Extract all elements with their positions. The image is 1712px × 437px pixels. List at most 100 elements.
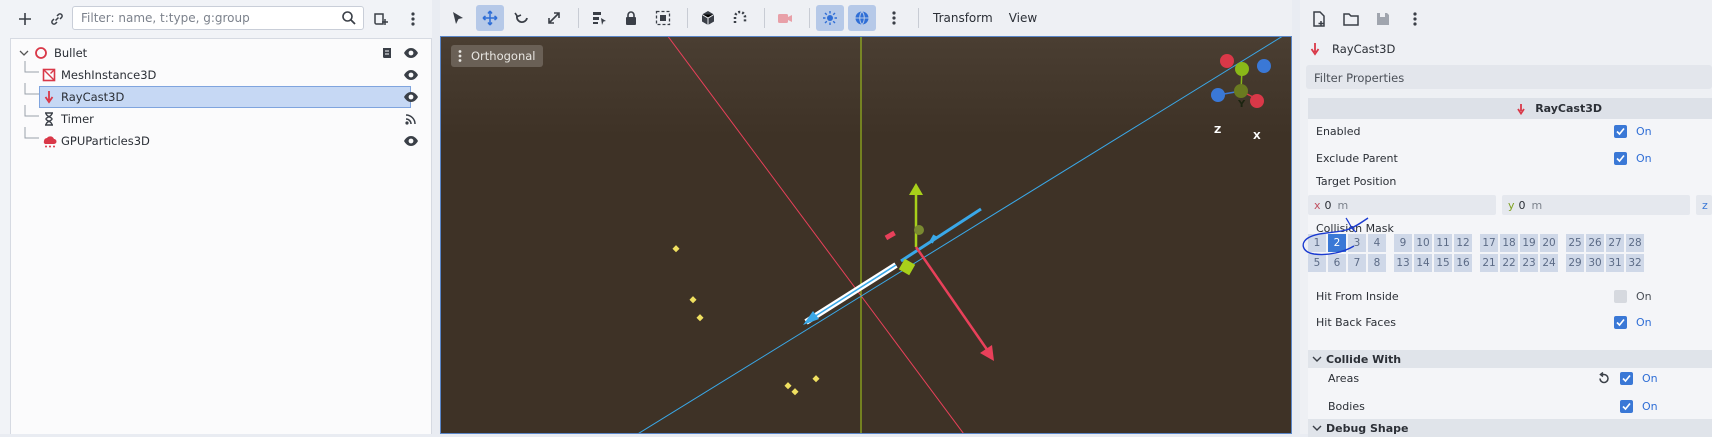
mask-bit-15[interactable]: 15	[1434, 254, 1452, 272]
tree-node-gpuparticles3d[interactable]: GPUParticles3D	[11, 127, 431, 152]
inspector-dock: RayCast3D RayCast3D Enabled On Exclude P…	[1300, 0, 1712, 437]
script-icon[interactable]	[379, 45, 395, 61]
section-debug-shape[interactable]: Debug Shape	[1308, 419, 1712, 437]
mask-bit-16[interactable]: 16	[1454, 254, 1472, 272]
globe-icon	[855, 11, 869, 25]
mask-bit-11[interactable]: 11	[1434, 234, 1452, 252]
hit-back-faces-checkbox[interactable]	[1614, 315, 1627, 329]
mask-bit-19[interactable]: 19	[1520, 234, 1538, 252]
projection-menu-button[interactable]: Orthogonal	[451, 45, 544, 67]
mask-bit-25[interactable]: 25	[1566, 234, 1584, 252]
mask-bit-27[interactable]: 27	[1606, 234, 1624, 252]
revert-icon[interactable]	[1597, 371, 1610, 385]
visibility-eye-icon[interactable]	[403, 67, 419, 83]
check-icon	[1622, 374, 1631, 382]
preview-sun-button[interactable]	[816, 5, 844, 31]
inspector-menu-button[interactable]	[1402, 6, 1428, 32]
scene-dock: Bullet MeshInstance3D	[0, 0, 432, 434]
raycast-icon	[1517, 103, 1525, 115]
instance-scene-button[interactable]	[44, 6, 70, 32]
list-select-button[interactable]	[585, 5, 613, 31]
mask-bit-30[interactable]: 30	[1586, 254, 1604, 272]
property-target-position: Target Position	[1308, 170, 1712, 192]
inspected-object[interactable]: RayCast3D	[1306, 38, 1712, 60]
target-y-field[interactable]: y 0 m	[1502, 195, 1690, 215]
collapse-chevron-icon[interactable]	[19, 48, 29, 58]
mask-bit-9[interactable]: 9	[1394, 234, 1412, 252]
rotate-mode-button[interactable]	[508, 5, 536, 31]
checkbox-value: On	[1642, 371, 1658, 385]
3d-viewport[interactable]: Y Z X Orthogonal	[440, 36, 1292, 434]
mask-bit-13[interactable]: 13	[1394, 254, 1412, 272]
add-node-button[interactable]	[12, 6, 38, 32]
enabled-checkbox[interactable]	[1614, 124, 1627, 138]
tree-node-bullet[interactable]: Bullet	[11, 42, 431, 64]
preview-environment-button[interactable]	[848, 5, 876, 31]
mask-bit-26[interactable]: 26	[1586, 234, 1604, 252]
scene-filter-input[interactable]	[73, 7, 336, 29]
select-mode-button[interactable]	[444, 5, 472, 31]
mask-bit-21[interactable]: 21	[1480, 254, 1498, 272]
mask-bit-10[interactable]: 10	[1414, 234, 1432, 252]
scene-filter-field[interactable]	[72, 6, 364, 30]
mask-bit-23[interactable]: 23	[1520, 254, 1538, 272]
toolbar-separator	[764, 8, 765, 28]
property-hit-from-inside: Hit From Inside On	[1308, 285, 1712, 307]
exclude-parent-checkbox[interactable]	[1614, 151, 1627, 165]
move-mode-button[interactable]	[476, 5, 504, 31]
visibility-eye-icon[interactable]	[403, 89, 419, 105]
property-label: Hit Back Faces	[1316, 315, 1396, 329]
mask-bit-12[interactable]: 12	[1454, 234, 1472, 252]
mask-bit-18[interactable]: 18	[1500, 234, 1518, 252]
visibility-eye-icon[interactable]	[403, 45, 419, 61]
raycast-icon	[1310, 43, 1320, 56]
hit-from-inside-checkbox[interactable]	[1614, 289, 1627, 303]
target-z-field[interactable]: z	[1696, 195, 1712, 215]
filter-properties-field[interactable]	[1306, 65, 1712, 91]
check-icon	[1616, 127, 1625, 135]
checkbox-value: On	[1642, 399, 1658, 413]
gizmo-z-label: Z	[1214, 125, 1222, 136]
mask-bit-14[interactable]: 14	[1414, 254, 1432, 272]
snap-button[interactable]	[726, 5, 754, 31]
section-collide-with[interactable]: Collide With	[1308, 350, 1712, 368]
new-resource-button[interactable]	[1306, 6, 1332, 32]
areas-checkbox[interactable]	[1620, 371, 1633, 385]
view-menu[interactable]: View	[1001, 11, 1045, 25]
property-list: RayCast3D Enabled On Exclude Parent On T…	[1302, 98, 1712, 437]
group-icon	[655, 10, 671, 26]
mask-bit-22[interactable]: 22	[1500, 254, 1518, 272]
group-button[interactable]	[649, 5, 677, 31]
mask-bit-28[interactable]: 28	[1626, 234, 1644, 252]
environment-menu-button[interactable]	[880, 5, 908, 31]
property-label: Areas	[1328, 371, 1360, 385]
lock-button[interactable]	[617, 5, 645, 31]
mask-bit-29[interactable]: 29	[1566, 254, 1584, 272]
check-icon	[1622, 402, 1631, 410]
property-label: Exclude Parent	[1316, 151, 1398, 165]
mask-bit-24[interactable]: 24	[1540, 254, 1558, 272]
transform-menu[interactable]: Transform	[925, 11, 1001, 25]
mask-bit-20[interactable]: 20	[1540, 234, 1558, 252]
save-resource-button[interactable]	[1370, 6, 1396, 32]
filter-properties-input[interactable]	[1306, 65, 1696, 91]
load-resource-button[interactable]	[1338, 6, 1364, 32]
property-label: Enabled	[1316, 124, 1361, 138]
tree-node-meshinstance3d[interactable]: MeshInstance3D	[11, 61, 431, 86]
mask-bit-32[interactable]: 32	[1626, 254, 1644, 272]
script-add-icon	[374, 13, 388, 25]
snap-object-button[interactable]	[694, 5, 722, 31]
cube-icon	[701, 11, 715, 25]
scale-mode-button[interactable]	[540, 5, 568, 31]
attach-script-button[interactable]	[368, 6, 394, 32]
tree-node-raycast3d[interactable]: RayCast3D	[11, 83, 431, 108]
mask-bit-17[interactable]: 17	[1480, 234, 1498, 252]
camera-preview-button[interactable]	[771, 5, 799, 31]
scene-menu-button[interactable]	[400, 6, 426, 32]
property-enabled: Enabled On	[1308, 120, 1712, 142]
signal-icon[interactable]	[403, 111, 419, 127]
bodies-checkbox[interactable]	[1620, 399, 1633, 413]
tree-node-timer[interactable]: Timer	[11, 105, 431, 130]
mask-bit-31[interactable]: 31	[1606, 254, 1624, 272]
visibility-eye-icon[interactable]	[403, 133, 419, 149]
